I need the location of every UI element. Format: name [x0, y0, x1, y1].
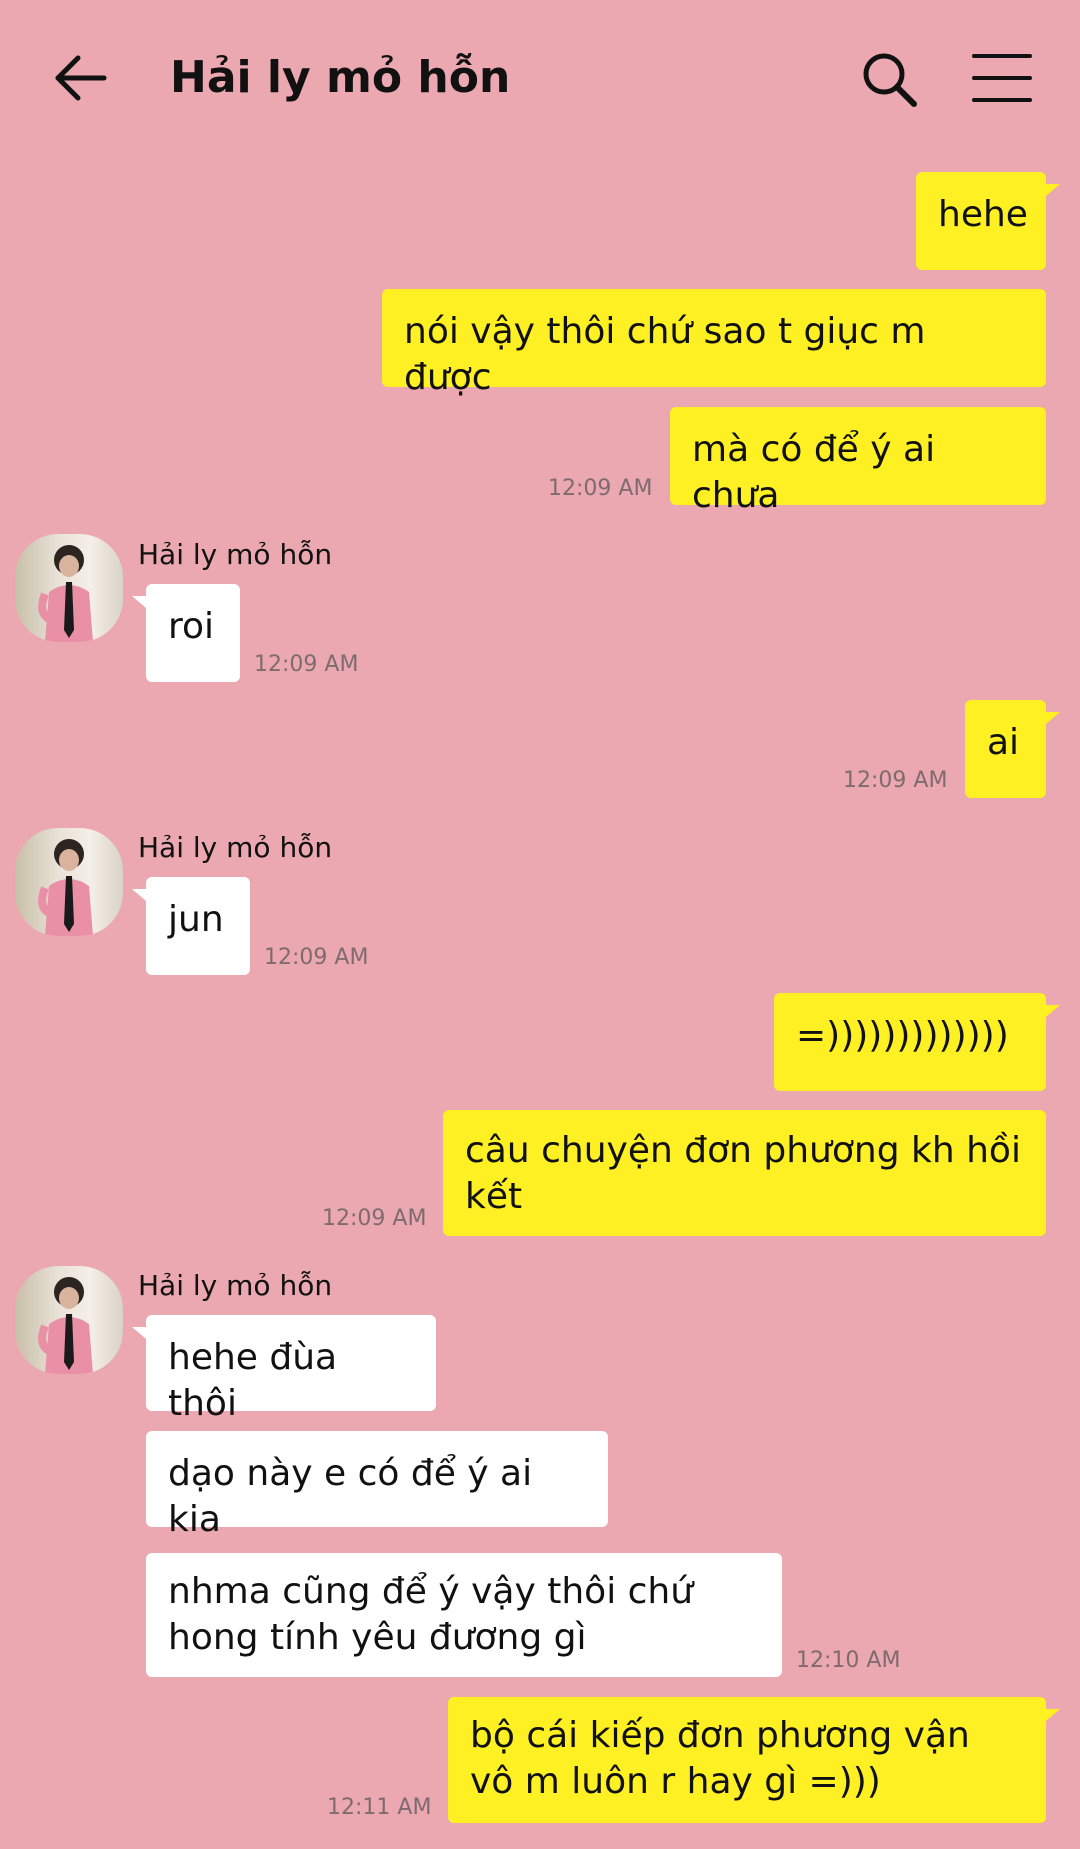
outgoing-message[interactable]: mà có để ý ai chưa	[670, 407, 1046, 516]
message-timestamp: 12:09 AM	[322, 1206, 427, 1231]
message-timestamp: 12:09 AM	[548, 476, 653, 501]
outgoing-message[interactable]: ai	[965, 700, 1046, 798]
sender-name: Hải ly mỏ hỗn	[138, 831, 333, 864]
sender-name: Hải ly mỏ hỗn	[138, 1269, 333, 1302]
incoming-message[interactable]: roi	[146, 584, 240, 682]
message-text: jun	[168, 899, 224, 940]
message-timestamp: 12:11 AM	[327, 1795, 432, 1820]
message-timestamp: 12:09 AM	[264, 945, 369, 970]
incoming-message[interactable]: jun	[146, 877, 250, 975]
message-text: dạo này e có để ý ai kia	[168, 1453, 533, 1540]
outgoing-message[interactable]: hehe	[916, 172, 1046, 270]
bubble-tail	[1046, 1709, 1060, 1721]
bubble-tail	[132, 889, 146, 901]
message-text: =)))))))))))))	[796, 1015, 1009, 1056]
chat-header: Hải ly mỏ hỗn	[0, 0, 1080, 160]
search-icon[interactable]	[860, 50, 920, 110]
message-timestamp: 12:10 AM	[796, 1648, 901, 1673]
message-timestamp: 12:09 AM	[843, 768, 948, 793]
message-text: nhma cũng để ý vậy thôi chứ hong tính yê…	[168, 1571, 694, 1658]
incoming-message[interactable]: hehe đùa thôi	[146, 1315, 436, 1424]
message-text: câu chuyện đơn phương kh hồi kết	[465, 1130, 1021, 1217]
message-text: hehe đùa thôi	[168, 1337, 338, 1424]
message-text: hehe	[938, 194, 1028, 235]
sender-name: Hải ly mỏ hỗn	[138, 538, 333, 571]
message-text: bộ cái kiếp đơn phương vận vô m luôn r h…	[470, 1715, 970, 1802]
incoming-message[interactable]: dạo này e có để ý ai kia	[146, 1431, 608, 1540]
outgoing-message[interactable]: =)))))))))))))	[774, 993, 1046, 1091]
message-timestamp: 12:09 AM	[254, 652, 359, 677]
back-arrow-icon[interactable]	[52, 48, 112, 108]
incoming-message[interactable]: nhma cũng để ý vậy thôi chứ hong tính yê…	[146, 1553, 782, 1677]
bubble-tail	[1046, 1005, 1060, 1017]
bubble-tail	[132, 596, 146, 608]
contact-avatar[interactable]	[15, 534, 123, 642]
chat-title: Hải ly mỏ hỗn	[170, 52, 511, 103]
outgoing-message[interactable]: nói vậy thôi chứ sao t giục m được	[382, 289, 1046, 398]
message-text: mà có để ý ai chưa	[692, 429, 936, 516]
message-text: roi	[168, 606, 215, 647]
message-text: nói vậy thôi chứ sao t giục m được	[404, 311, 926, 398]
menu-icon[interactable]	[970, 50, 1034, 106]
bubble-tail	[1046, 712, 1060, 724]
message-text: ai	[987, 722, 1020, 763]
contact-avatar[interactable]	[15, 1266, 123, 1374]
bubble-tail	[1046, 184, 1060, 196]
outgoing-message[interactable]: bộ cái kiếp đơn phương vận vô m luôn r h…	[448, 1697, 1046, 1823]
bubble-tail	[132, 1327, 146, 1339]
outgoing-message[interactable]: câu chuyện đơn phương kh hồi kết	[443, 1110, 1046, 1236]
contact-avatar[interactable]	[15, 828, 123, 936]
